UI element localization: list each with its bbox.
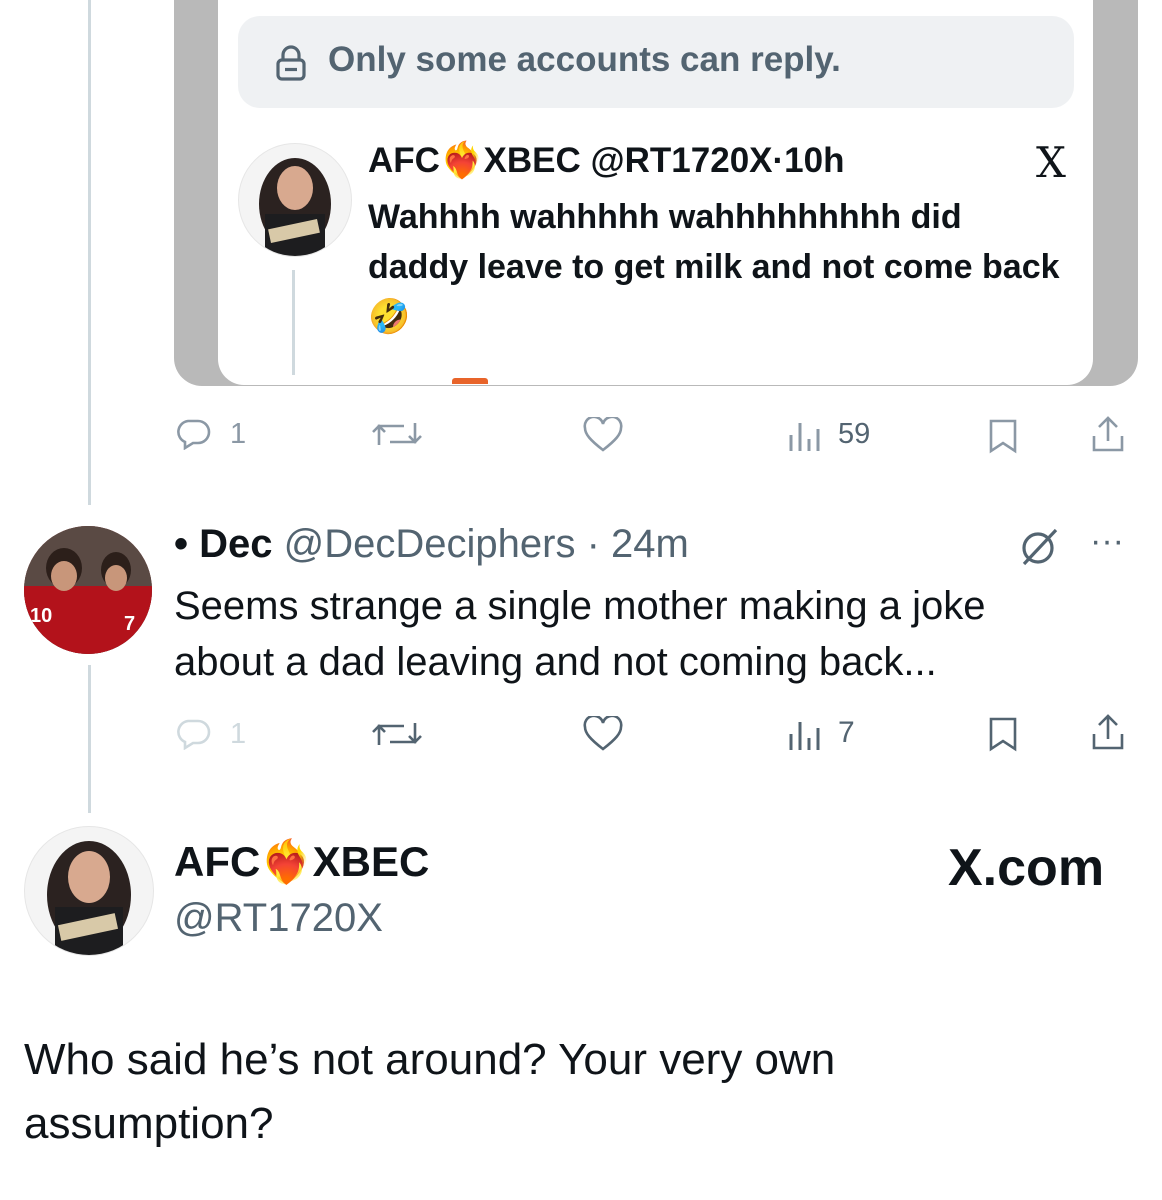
grok-icon[interactable] (1016, 524, 1062, 570)
lock-icon (276, 45, 306, 81)
share-icon[interactable] (1090, 414, 1126, 454)
quoted-thread-connector (292, 270, 295, 375)
reply-restriction-text: Only some accounts can reply. (328, 40, 841, 79)
reply-count: 1 (230, 418, 247, 450)
quoted-author-avatar[interactable] (238, 143, 352, 257)
dec-header: • Dec @DecDeciphers · 24m (174, 522, 689, 566)
quoted-author-line: AFC❤️‍🔥XBEC @RT1720X·10h (368, 141, 845, 180)
like-icon[interactable] (582, 417, 624, 453)
main-post-text: Who said he’s not around? Your very own … (24, 1035, 836, 1148)
quoted-post-text: Wahhhh wahhhhh wahhhhhhhhh did daddy lea… (368, 198, 1060, 286)
main-author-name-left: AFC (174, 838, 261, 885)
like-icon[interactable] (582, 716, 624, 752)
views-icon[interactable] (787, 716, 823, 752)
bookmark-icon[interactable] (986, 418, 1020, 454)
views-count: 59 (838, 418, 871, 450)
rofl-emoji: 🤣 (368, 298, 411, 336)
share-icon[interactable] (1090, 712, 1126, 752)
repost-icon[interactable] (370, 418, 424, 450)
quoted-author-name-left: AFC (368, 141, 440, 180)
bookmark-icon[interactable] (986, 716, 1020, 752)
reply-icon[interactable] (176, 718, 212, 750)
dec-author-name[interactable]: Dec (199, 522, 272, 566)
x-logo-icon: X (1036, 138, 1066, 187)
dec-handle[interactable]: @DecDeciphers (284, 522, 576, 566)
main-author-name[interactable]: AFC❤️‍🔥XBEC (174, 838, 429, 887)
reply-count: 1 (230, 718, 247, 750)
reply-icon[interactable] (176, 418, 212, 450)
quoted-author-handle: @RT1720X (590, 141, 773, 180)
dec-avatar[interactable]: 10 7 (24, 526, 152, 654)
thread-line-top (88, 0, 91, 505)
more-options-icon[interactable]: ··· (1090, 522, 1124, 561)
main-author-avatar[interactable] (24, 826, 154, 956)
cropped-emoji-fragment (452, 378, 488, 384)
x-com-brand: X.com (948, 839, 1105, 897)
views-icon[interactable] (787, 417, 823, 453)
svg-text:10: 10 (30, 605, 52, 627)
quoted-author-name-right: XBEC (483, 141, 581, 180)
repost-icon[interactable] (370, 718, 424, 750)
main-author-handle[interactable]: @RT1720X (174, 896, 383, 941)
main-author-name-right: XBEC (312, 838, 430, 885)
thread-line-bottom (88, 665, 91, 813)
quoted-post-time: 10h (784, 141, 845, 180)
quoted-post-text-wrap: Wahhhh wahhhhh wahhhhhhhhh did daddy lea… (368, 192, 1068, 342)
views-count: 7 (838, 716, 855, 749)
burning-heart-icon: ❤️‍🔥 (439, 141, 484, 180)
burning-heart-icon: ❤️‍🔥 (260, 838, 313, 885)
dec-post-text: Seems strange a single mother making a j… (174, 584, 986, 684)
svg-text:7: 7 (124, 613, 135, 635)
dec-post-time: 24m (611, 522, 689, 566)
